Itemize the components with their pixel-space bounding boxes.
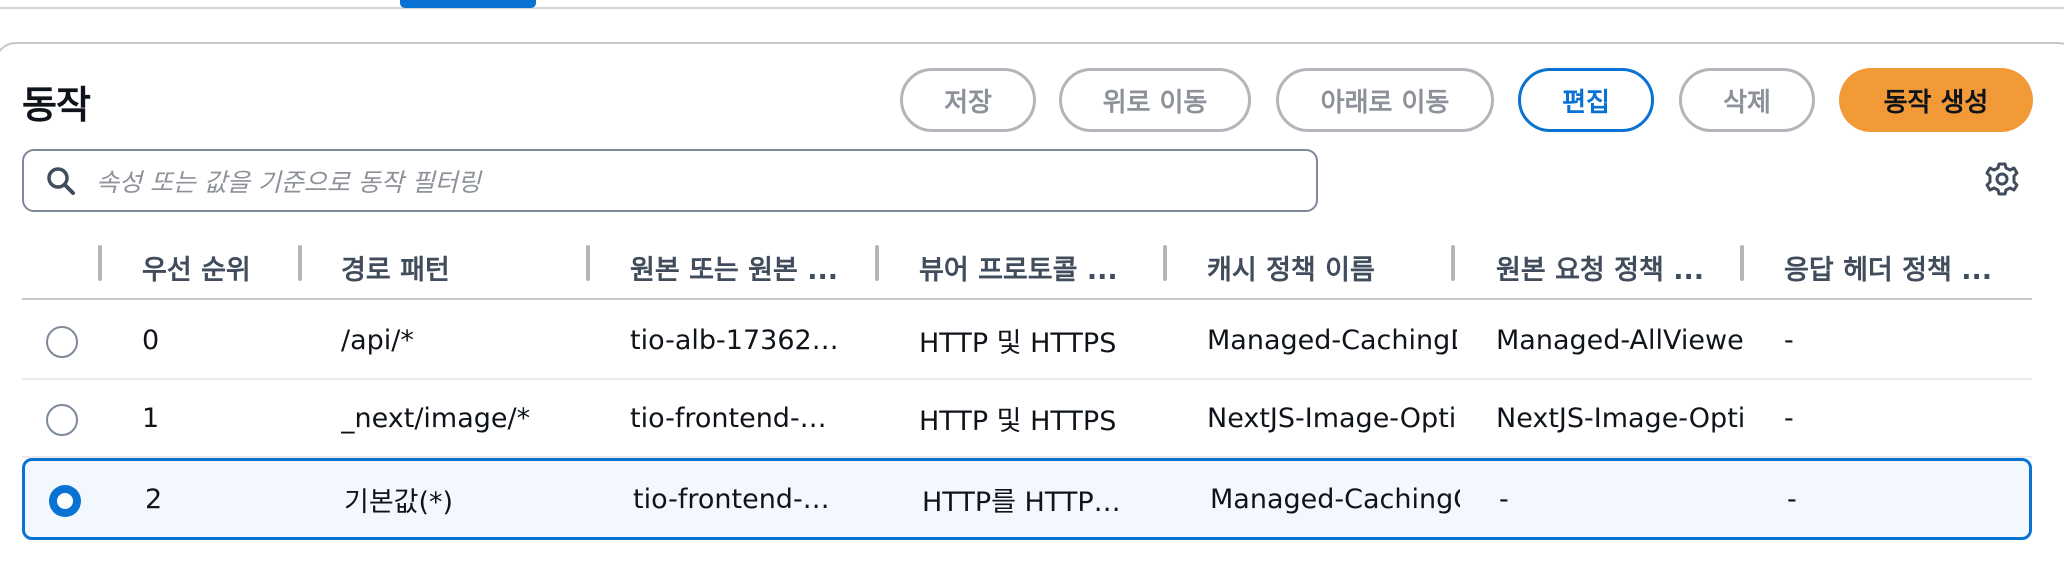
create-behavior-button[interactable]: 동작 생성 <box>1839 68 2033 132</box>
search-icon <box>47 166 75 195</box>
column-separator <box>586 245 590 281</box>
cell-origin: tio-frontend-… <box>630 402 827 434</box>
column-separator <box>98 245 102 281</box>
cell-response-headers-policy: - <box>1787 483 1797 515</box>
column-separator <box>1163 245 1167 281</box>
column-separator <box>1740 245 1744 281</box>
cell-path-pattern: _next/image/* <box>341 402 531 434</box>
gear-icon[interactable] <box>1984 161 2020 197</box>
table-row[interactable]: 1 _next/image/* tio-frontend-… HTTP 및 HT… <box>22 380 2032 458</box>
column-separator <box>1451 245 1455 281</box>
table-header: 우선 순위 경로 패턴 원본 또는 원본 ... 뷰어 프로토콜 ... 캐시 … <box>22 240 2032 300</box>
search-input[interactable]: 속성 또는 값을 기준으로 동작 필터링 <box>22 149 1318 212</box>
column-header-cache-policy[interactable]: 캐시 정책 이름 <box>1207 240 1375 294</box>
row-radio-checked[interactable] <box>49 485 81 517</box>
column-header-viewer-protocol[interactable]: 뷰어 프로토콜 ... <box>919 240 1118 294</box>
cell-viewer-protocol: HTTP를 HTTP… <box>922 486 1121 518</box>
delete-button[interactable]: 삭제 <box>1679 68 1815 132</box>
column-header-path-pattern[interactable]: 경로 패턴 <box>341 240 450 294</box>
move-down-button[interactable]: 아래로 이동 <box>1276 68 1494 132</box>
search-placeholder: 속성 또는 값을 기준으로 동작 필터링 <box>96 167 481 197</box>
move-up-button[interactable]: 위로 이동 <box>1059 68 1251 132</box>
cell-response-headers-policy: - <box>1784 324 1794 356</box>
edit-button[interactable]: 편집 <box>1518 68 1654 132</box>
cell-origin: tio-frontend-… <box>633 483 830 515</box>
cell-path-pattern: /api/* <box>341 324 414 356</box>
column-header-origin[interactable]: 원본 또는 원본 ... <box>630 240 838 294</box>
cell-cache-policy: Managed-CachingD <box>1207 324 1457 356</box>
cell-viewer-protocol: HTTP 및 HTTPS <box>919 405 1117 437</box>
row-radio[interactable] <box>46 404 78 436</box>
cell-response-headers-policy: - <box>1784 402 1794 434</box>
table-row-selected[interactable]: 2 기본값(*) tio-frontend-… HTTP를 HTTP… Mana… <box>22 458 2032 540</box>
active-tab-indicator <box>400 0 536 8</box>
cell-origin-request-policy: Managed-AllViewer <box>1496 324 1746 356</box>
column-separator <box>298 245 302 281</box>
cell-cache-policy: NextJS-Image-Opti <box>1207 402 1457 434</box>
tab-bar <box>0 0 2064 9</box>
cell-priority: 1 <box>142 402 160 434</box>
cell-path-pattern: 기본값(*) <box>344 486 454 518</box>
cell-viewer-protocol: HTTP 및 HTTPS <box>919 327 1117 359</box>
cell-origin: tio-alb-17362… <box>630 324 839 356</box>
cell-priority: 2 <box>145 483 163 515</box>
row-radio[interactable] <box>46 326 78 358</box>
column-separator <box>875 245 879 281</box>
cell-priority: 0 <box>142 324 160 356</box>
cell-cache-policy: Managed-CachingC <box>1210 483 1460 515</box>
column-header-origin-request-policy[interactable]: 원본 요청 정책 ... <box>1496 240 1704 294</box>
cell-origin-request-policy: - <box>1499 483 1509 515</box>
table-row[interactable]: 0 /api/* tio-alb-17362… HTTP 및 HTTPS Man… <box>22 302 2032 380</box>
panel-title: 동작 <box>22 83 91 127</box>
save-button[interactable]: 저장 <box>900 68 1036 132</box>
cell-origin-request-policy: NextJS-Image-Opti <box>1496 402 1746 434</box>
column-header-priority[interactable]: 우선 순위 <box>142 240 251 294</box>
column-header-response-headers-policy[interactable]: 응답 헤더 정책 ... <box>1784 240 1992 294</box>
